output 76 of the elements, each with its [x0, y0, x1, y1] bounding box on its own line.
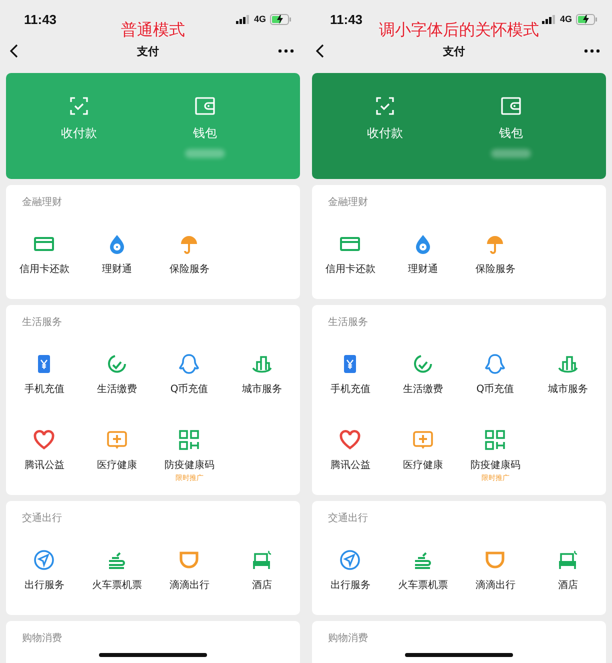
cup-icon [178, 549, 200, 571]
service-label[interactable]: 保险服务 [169, 263, 210, 277]
check-circle-icon [106, 353, 128, 375]
service-label[interactable]: 生活缴费 [402, 383, 443, 397]
service-label[interactable]: 生活缴费 [96, 383, 137, 397]
heart-icon [33, 429, 56, 451]
service-label[interactable]: 医疗健康 [96, 459, 137, 473]
more-icon[interactable] [278, 49, 294, 53]
annotation-caption: 普通模式 [121, 19, 185, 41]
battery-icon [576, 14, 598, 24]
cup-icon [484, 549, 506, 571]
navigation-icon [339, 549, 362, 571]
back-icon[interactable] [316, 44, 324, 58]
service-label[interactable]: 酒店 [252, 579, 272, 593]
annotation-caption: 调小字体后的关怀模式 [379, 19, 539, 41]
scan-icon [374, 95, 396, 117]
service-label[interactable]: 滴滴出行 [169, 579, 210, 593]
service-label[interactable]: 火车票机票 [92, 579, 142, 593]
wallet-icon [500, 95, 522, 117]
section-title: 购物消费 [21, 632, 63, 645]
back-icon[interactable] [10, 44, 18, 58]
penguin-icon [484, 353, 506, 375]
status-time: 11:43 [330, 12, 363, 26]
medical-icon [106, 429, 128, 451]
network-label: 4G [560, 14, 572, 24]
service-label[interactable]: 城市服务 [548, 383, 588, 397]
wallet-icon [194, 95, 216, 117]
service-label[interactable]: 医疗健康 [402, 459, 443, 473]
section-title: 交通出行 [327, 512, 369, 525]
service-label[interactable]: 理财通 [408, 263, 438, 277]
more-icon[interactable] [584, 49, 600, 53]
service-label[interactable]: Q币充值 [476, 383, 514, 397]
service-label[interactable]: 保险服务 [475, 263, 516, 277]
page-title: 支付 [137, 44, 159, 58]
service-label[interactable]: 出行服务 [24, 579, 64, 593]
navigation-icon [33, 549, 56, 571]
hero-label[interactable]: 钱包 [499, 125, 523, 142]
signal-icon [236, 14, 250, 24]
service-label[interactable]: 手机充值 [24, 383, 64, 397]
qr-code-icon [484, 429, 506, 451]
medical-icon [412, 429, 434, 451]
service-label[interactable]: 防疫健康码 [470, 459, 520, 473]
service-label[interactable]: 滴滴出行 [475, 579, 516, 593]
service-label[interactable]: 腾讯公益 [330, 459, 370, 473]
heart-icon [339, 429, 362, 451]
qr-code-icon [178, 429, 200, 451]
hero-label[interactable]: 收付款 [367, 125, 403, 142]
service-label[interactable]: 理财通 [102, 263, 132, 277]
service-label[interactable]: 信用卡还款 [325, 263, 376, 277]
service-label[interactable]: 酒店 [558, 579, 578, 593]
scan-icon [68, 95, 90, 117]
section-title: 生活服务 [327, 316, 369, 329]
service-label[interactable]: 腾讯公益 [24, 459, 64, 473]
check-circle-icon [412, 353, 434, 375]
service-label[interactable]: 防疫健康码 [164, 459, 214, 473]
signal-icon [542, 14, 556, 24]
network-label: 4G [254, 14, 266, 24]
section-title: 交通出行 [21, 512, 63, 525]
bed-icon [250, 549, 273, 571]
service-label[interactable]: 出行服务 [330, 579, 370, 593]
section-title: 金融理财 [327, 196, 369, 209]
buildings-icon [250, 353, 273, 375]
bed-icon [556, 549, 579, 571]
service-label[interactable]: 城市服务 [242, 383, 282, 397]
battery-icon [270, 14, 292, 24]
section-title: 购物消费 [327, 632, 369, 645]
service-label[interactable]: Q币充值 [170, 383, 208, 397]
service-label[interactable]: 火车票机票 [398, 579, 448, 593]
penguin-icon [178, 353, 200, 375]
service-label[interactable]: 手机充值 [330, 383, 370, 397]
service-label[interactable]: 信用卡还款 [19, 263, 70, 277]
page-title: 支付 [443, 44, 465, 58]
buildings-icon [556, 353, 579, 375]
status-time: 11:43 [24, 12, 57, 26]
section-title: 金融理财 [21, 196, 63, 209]
section-title: 生活服务 [21, 316, 63, 329]
